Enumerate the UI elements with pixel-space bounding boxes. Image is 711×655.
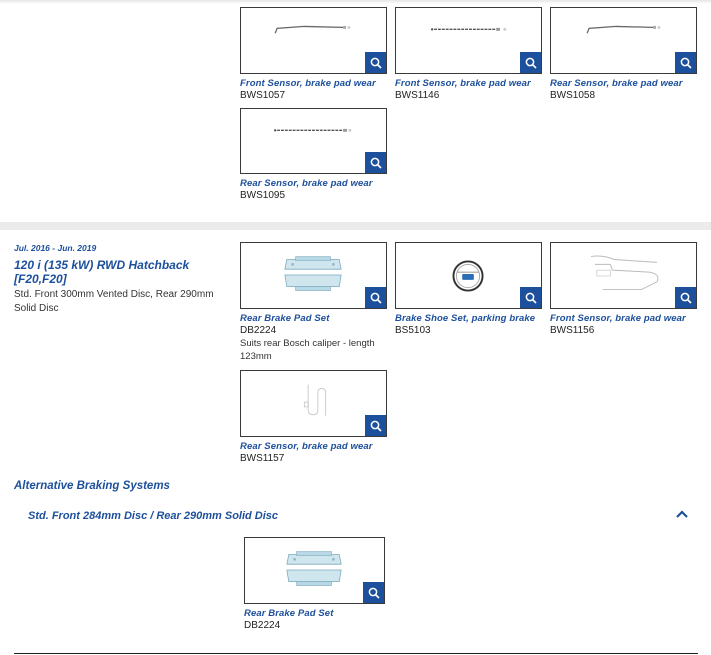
magnifier-icon [370,420,382,432]
alternative-heading: Alternative Braking Systems [14,480,170,492]
zoom-button[interactable] [363,582,384,603]
product-title[interactable]: Front Sensor, brake pad wear [395,78,542,89]
product-code: BWS1095 [240,190,286,201]
product-code: BWS1058 [550,90,596,101]
product-image[interactable] [240,108,387,174]
product-title[interactable]: Rear Sensor, brake pad wear [240,178,387,189]
product-image[interactable] [240,242,387,309]
zoom-button[interactable] [365,152,386,173]
product-code: BS5103 [395,325,431,336]
footer-rule [14,653,698,654]
zoom-button[interactable] [675,287,696,308]
alternative-subheading[interactable]: Std. Front 284mm Disc / Rear 290mm Solid… [28,510,278,522]
product-image[interactable] [395,7,542,74]
product-code: BWS1057 [240,90,286,101]
product-title[interactable]: Brake Shoe Set, parking brake [395,313,542,324]
product-code: BWS1157 [240,453,285,464]
product-card[interactable]: Front Sensor, brake pad wear BWS1146 [395,7,542,101]
product-image[interactable] [240,370,387,437]
vehicle-title: 120 i (135 kW) RWD Hatchback [F20,F20] [14,258,190,286]
product-card[interactable]: Rear Brake Pad Set DB2224 Suits rear Bos… [240,242,390,363]
product-note: Suits rear Bosch caliper - length 123mm [240,338,375,362]
product-image[interactable] [395,242,542,309]
zoom-button[interactable] [365,52,386,73]
product-title[interactable]: Rear Sensor, brake pad wear [240,441,387,452]
magnifier-icon [368,587,380,599]
product-card[interactable]: Rear Brake Pad Set DB2224 [244,537,385,631]
product-card[interactable]: Front Sensor, brake pad wear BWS1057 [240,7,387,101]
product-card[interactable]: Rear Sensor, brake pad wear BWS1095 [240,108,387,201]
zoom-button[interactable] [365,287,386,308]
product-card[interactable]: Front Sensor, brake pad wear BWS1156 [550,242,697,336]
product-image[interactable] [550,7,697,74]
product-code: DB2224 [244,620,281,631]
product-code: BWS1156 [550,325,595,336]
product-title[interactable]: Front Sensor, brake pad wear [240,78,387,89]
vehicle-description: Std. Front 300mm Vented Disc, Rear 290mm… [14,289,214,314]
magnifier-icon [370,157,382,169]
product-title[interactable]: Rear Brake Pad Set [244,608,385,619]
magnifier-icon [370,292,382,304]
product-title[interactable]: Front Sensor, brake pad wear [550,313,697,324]
product-title[interactable]: Rear Sensor, brake pad wear [550,78,697,89]
magnifier-icon [680,57,692,69]
product-code: DB2224 [240,325,277,336]
magnifier-icon [525,292,537,304]
zoom-button[interactable] [675,52,696,73]
zoom-button[interactable] [520,52,541,73]
chevron-up-icon[interactable] [675,508,689,520]
top-shadow [0,0,711,4]
product-title[interactable]: Rear Brake Pad Set [240,313,390,324]
product-image[interactable] [240,7,387,74]
product-card[interactable]: Rear Sensor, brake pad wear BWS1058 [550,7,697,101]
product-image[interactable] [550,242,697,309]
zoom-button[interactable] [520,287,541,308]
section-divider [0,222,711,230]
vehicle-dates: Jul. 2016 - Jun. 2019 [14,243,97,253]
product-card[interactable]: Rear Sensor, brake pad wear BWS1157 [240,370,387,464]
product-card[interactable]: Brake Shoe Set, parking brake BS5103 [395,242,542,336]
magnifier-icon [370,57,382,69]
product-code: BWS1146 [395,90,440,101]
magnifier-icon [680,292,692,304]
magnifier-icon [525,57,537,69]
product-image[interactable] [244,537,385,604]
zoom-button[interactable] [365,415,386,436]
